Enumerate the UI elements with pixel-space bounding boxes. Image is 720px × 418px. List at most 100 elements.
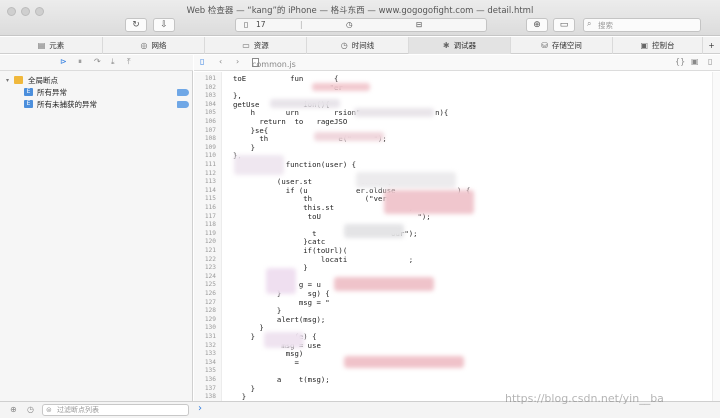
inspect-element-button[interactable]: ⊕ [526, 18, 548, 32]
redacted-region [344, 356, 464, 368]
line-number[interactable]: 105 [194, 109, 216, 116]
line-number[interactable]: 125 [194, 281, 216, 288]
tab-overflow-button[interactable]: + [703, 37, 720, 54]
tab-network[interactable]: ◎ 网络 [103, 37, 205, 54]
line-number[interactable]: 106 [194, 118, 216, 125]
redacted-region [234, 155, 284, 175]
reload-button[interactable]: ↻ [125, 18, 147, 32]
redacted-region [334, 277, 434, 291]
line-number[interactable]: 108 [194, 135, 216, 142]
line-number[interactable]: 128 [194, 307, 216, 314]
editor-scrollbar[interactable] [712, 72, 720, 401]
breakpoint-flag-icon[interactable] [177, 89, 189, 96]
line-number[interactable]: 127 [194, 299, 216, 306]
step-over-icon[interactable]: ↷ [94, 57, 101, 66]
breakpoint-flag-icon[interactable] [177, 101, 189, 108]
line-number[interactable]: 126 [194, 290, 216, 297]
tab-label: 存储空间 [551, 41, 582, 50]
download-button[interactable]: ⇩ [153, 18, 175, 32]
code-editor[interactable]: 101 102 103 104 105 106 107 108 109 110 111 112 113 1… [194, 72, 712, 401]
tab-storage[interactable]: ⛁ 存储空间 [511, 37, 613, 54]
back-icon[interactable]: ‹ [219, 57, 222, 66]
tab-console[interactable]: ▣ 控制台 [613, 37, 703, 54]
line-number[interactable]: 114 [194, 187, 216, 194]
timeline-icon: ◷ [340, 41, 348, 50]
editor-navigation-bar: ▯ ‹ › common.js {} ▣ ▯ [194, 55, 720, 71]
line-number[interactable]: 131 [194, 333, 216, 340]
line-number[interactable]: 109 [194, 144, 216, 151]
line-number[interactable]: 113 [194, 178, 216, 185]
tab-elements[interactable]: ▤ 元素 [0, 37, 103, 54]
redacted-region [344, 224, 404, 238]
step-out-icon[interactable]: ⤒ [127, 57, 131, 67]
line-number[interactable]: 103 [194, 92, 216, 99]
search-field[interactable]: ⌕ 搜索 [583, 18, 701, 32]
toggle-layout-button[interactable]: ▭ [553, 18, 575, 32]
elements-icon: ▤ [37, 41, 46, 50]
step-into-icon[interactable]: ⤓ [111, 57, 115, 67]
line-number[interactable]: 130 [194, 324, 216, 331]
breakpoint-all-exceptions[interactable]: E 所有异常 [0, 87, 193, 98]
search-placeholder: 搜索 [598, 21, 613, 30]
line-number[interactable]: 137 [194, 385, 216, 392]
type-profiler-icon[interactable]: ▣ [691, 57, 699, 66]
line-number[interactable]: 104 [194, 101, 216, 108]
sidebar-toggle-icon: ▭ [559, 20, 569, 30]
disclosure-triangle-icon[interactable]: ▾ [6, 75, 9, 86]
line-number-gutter[interactable]: 101 102 103 104 105 106 107 108 109 110 111 112 113 1… [194, 72, 222, 401]
status-count: 17 [256, 20, 266, 29]
tab-resources[interactable]: ▭ 资源 [205, 37, 307, 54]
line-number[interactable]: 115 [194, 195, 216, 202]
line-number[interactable]: 138 [194, 393, 216, 400]
filter-options-icon[interactable]: ⊕ [10, 405, 17, 414]
redacted-region [354, 108, 434, 117]
search-icon: ⌕ [587, 19, 592, 28]
navigation-sidebar-icon[interactable]: ▯ [200, 57, 204, 66]
redacted-region [264, 332, 304, 348]
line-number[interactable]: 117 [194, 213, 216, 220]
details-sidebar-icon[interactable]: ▯ [708, 57, 712, 66]
line-number[interactable]: 116 [194, 204, 216, 211]
global-breakpoints-group[interactable]: ▾ 全局断点 [0, 75, 193, 86]
line-number[interactable]: 120 [194, 238, 216, 245]
line-number[interactable]: 111 [194, 161, 216, 168]
exception-icon: E [24, 88, 33, 96]
line-number[interactable]: 107 [194, 127, 216, 134]
line-number[interactable]: 136 [194, 376, 216, 383]
line-number[interactable]: 124 [194, 273, 216, 280]
breakpoint-uncaught-exceptions[interactable]: E 所有未捕获的异常 [0, 99, 193, 110]
network-icon: ◎ [140, 41, 148, 50]
breakpoint-filter-input[interactable]: ⊜ 过滤断点列表 [42, 404, 189, 416]
line-number[interactable]: 135 [194, 367, 216, 374]
folder-icon [14, 76, 23, 84]
pause-icon[interactable]: ⏸ [78, 57, 82, 67]
line-number[interactable]: 134 [194, 359, 216, 366]
line-number[interactable]: 110 [194, 152, 216, 159]
breakpoint-toggle-icon[interactable]: ⊳ [60, 57, 67, 66]
status-divider: | [300, 20, 303, 29]
line-number[interactable]: 123 [194, 264, 216, 271]
line-number[interactable]: 102 [194, 84, 216, 91]
redacted-region [384, 190, 474, 214]
line-number[interactable]: 112 [194, 170, 216, 177]
forward-icon[interactable]: › [236, 57, 239, 66]
line-number[interactable]: 121 [194, 247, 216, 254]
line-number[interactable]: 101 [194, 75, 216, 82]
console-icon: ▣ [640, 41, 649, 50]
line-number[interactable]: 132 [194, 342, 216, 349]
line-number[interactable]: 118 [194, 221, 216, 228]
add-tab-icon: + [708, 41, 715, 50]
line-number[interactable]: 133 [194, 350, 216, 357]
pretty-print-icon[interactable]: {} [675, 57, 685, 66]
console-prompt-icon[interactable]: › [198, 403, 202, 414]
tab-debugger[interactable]: ✱ 调试器 [409, 37, 511, 54]
redacted-region [314, 132, 384, 141]
filter-resources-icon[interactable]: ◷ [27, 405, 34, 414]
tab-label: 时间线 [351, 41, 375, 50]
tab-timeline[interactable]: ◷ 时间线 [307, 37, 409, 54]
line-number[interactable]: 122 [194, 256, 216, 263]
exception-icon: E [24, 100, 33, 108]
line-number[interactable]: 129 [194, 316, 216, 323]
breakpoint-label: 所有未捕获的异常 [37, 100, 97, 109]
line-number[interactable]: 119 [194, 230, 216, 237]
